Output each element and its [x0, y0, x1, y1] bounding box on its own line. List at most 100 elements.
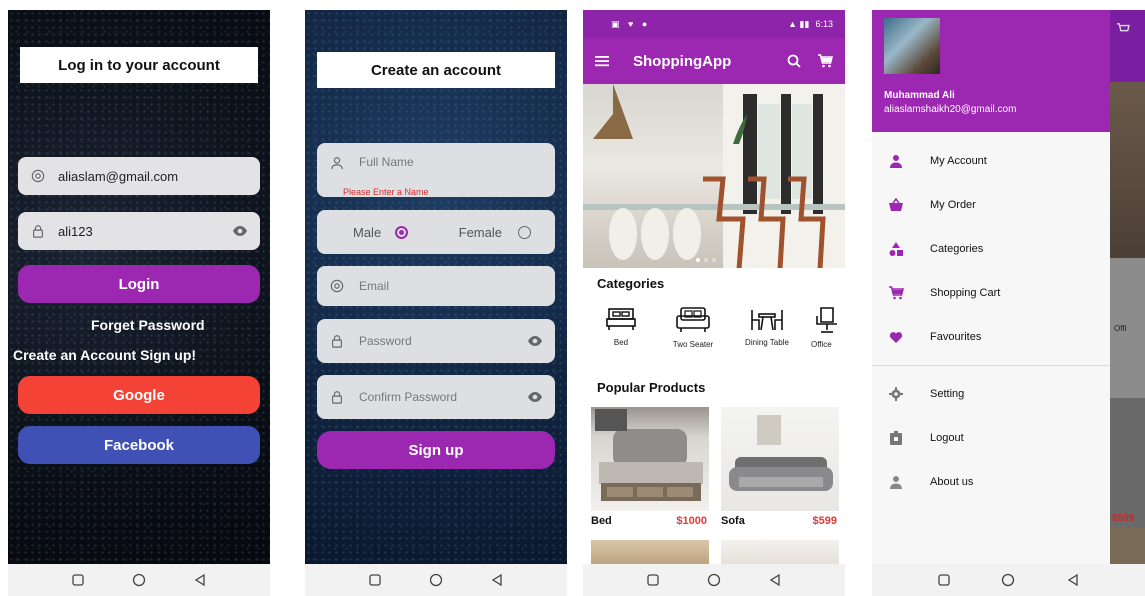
basket-icon [888, 197, 904, 213]
person-icon [888, 153, 904, 169]
email-value: aliaslam@gmail.com [58, 168, 179, 184]
recents-icon[interactable] [366, 571, 384, 589]
dining-table-icon [751, 310, 783, 331]
menu-item-categories[interactable]: Categories [872, 229, 1110, 269]
gender-selector: Male Female [317, 210, 555, 254]
behind-hero [1110, 82, 1145, 258]
google-button[interactable]: Google [18, 376, 260, 414]
menu-item-about-us[interactable]: About us [872, 462, 1110, 502]
person-icon [888, 474, 904, 490]
category-office[interactable]: Office [811, 306, 845, 349]
menu-item-logout[interactable]: Logout [872, 418, 1110, 458]
popular-products-title: Popular Products [597, 380, 706, 395]
avatar[interactable] [884, 18, 940, 74]
system-nav-bar [8, 564, 270, 596]
product-price: $599 [812, 515, 837, 527]
category-bed[interactable]: Bed [591, 306, 651, 347]
product-image [591, 407, 709, 511]
gear-icon [888, 386, 904, 402]
email-field[interactable]: Email [317, 266, 555, 306]
home-icon[interactable] [130, 571, 148, 589]
app-bar: ShoppingApp [583, 38, 845, 84]
system-nav-bar [305, 564, 567, 596]
home-icon[interactable] [999, 571, 1017, 589]
lock-icon [30, 223, 46, 239]
back-icon[interactable] [766, 571, 784, 589]
behind-appbar [1110, 10, 1145, 82]
category-two-seater[interactable]: Two Seater [663, 306, 723, 349]
behind-price: $599 [1112, 513, 1135, 524]
product-name: Bed [591, 515, 612, 527]
sofa-icon [676, 307, 710, 332]
product-card[interactable]: Sofa $599 [721, 407, 839, 527]
home-icon[interactable] [427, 571, 445, 589]
search-icon[interactable] [787, 54, 801, 68]
male-label: Male [353, 224, 382, 240]
menu-item-my-account[interactable]: My Account [872, 141, 1110, 181]
menu-item-my-order[interactable]: My Order [872, 185, 1110, 225]
product-name: Sofa [721, 515, 745, 527]
heart-icon [888, 329, 904, 345]
confirm-password-field[interactable]: Confirm Password [317, 375, 555, 419]
product-card[interactable]: Bed $1000 [591, 407, 709, 527]
status-bar: ▣ ♥ ● ▲ ▮▮ 6:13 [583, 10, 845, 38]
female-radio[interactable] [518, 225, 531, 239]
system-nav-bar [583, 564, 845, 596]
recents-icon[interactable] [644, 571, 662, 589]
categories-title: Categories [597, 276, 665, 291]
hero-banner-image[interactable] [583, 84, 845, 268]
drawer-screen: Offi $599 Muhammad Ali aliaslamshaikh20@… [872, 10, 1145, 596]
menu-item-shopping-cart[interactable]: Shopping Cart [872, 273, 1110, 313]
login-button[interactable]: Login [18, 265, 260, 303]
lock-icon [329, 389, 345, 405]
female-label: Female [458, 224, 502, 240]
confirm-placeholder: Confirm Password [359, 390, 458, 404]
category-dining-table[interactable]: Dining Table [737, 306, 797, 347]
back-icon[interactable] [488, 571, 506, 589]
password-field[interactable]: Password [317, 319, 555, 363]
user-email: aliaslamshaikh20@gmail.com [884, 104, 1017, 115]
menu-icon[interactable] [595, 55, 609, 67]
menu-item-favourites[interactable]: Favourites [872, 317, 1110, 357]
eye-icon[interactable] [232, 225, 248, 237]
create-account-link[interactable]: Create an Account Sign up! [13, 347, 196, 363]
recents-icon[interactable] [935, 571, 953, 589]
behind-category-label: Offi [1114, 324, 1127, 333]
home-icon[interactable] [705, 571, 723, 589]
signup-title: Create an account [317, 52, 555, 88]
categories-icon [888, 241, 904, 257]
password-field[interactable]: ali123 [18, 212, 260, 250]
cart-icon [888, 285, 904, 301]
fullname-placeholder: Full Name [359, 155, 414, 169]
email-placeholder: Email [359, 279, 390, 293]
status-time: 6:13 [815, 19, 833, 29]
male-radio[interactable] [395, 225, 409, 239]
recents-icon[interactable] [69, 571, 87, 589]
product-image [721, 407, 839, 511]
logout-icon [888, 430, 904, 446]
status-icons-left: ▣ ♥ ● [611, 18, 651, 29]
person-icon [329, 155, 345, 171]
bed-icon [606, 308, 636, 330]
product-price: $1000 [676, 515, 707, 527]
forget-password-link[interactable]: Forget Password [91, 317, 205, 333]
cart-icon[interactable] [817, 54, 833, 68]
email-field[interactable]: aliaslam@gmail.com [18, 157, 260, 195]
menu-item-setting[interactable]: Setting [872, 374, 1110, 414]
menu-divider [872, 365, 1110, 366]
signup-screen: Create an account Full Name Please Enter… [305, 10, 567, 596]
behind-categories: Offi [1110, 258, 1145, 398]
eye-icon[interactable] [527, 391, 543, 403]
fullname-error: Please Enter a Name [343, 187, 429, 197]
login-screen: Log in to your account aliaslam@gmail.co… [8, 10, 270, 596]
signup-button[interactable]: Sign up [317, 431, 555, 469]
facebook-button[interactable]: Facebook [18, 426, 260, 464]
back-icon[interactable] [1064, 571, 1082, 589]
navigation-drawer: Muhammad Ali aliaslamshaikh20@gmail.com … [872, 10, 1110, 596]
back-icon[interactable] [191, 571, 209, 589]
login-title: Log in to your account [20, 47, 258, 83]
app-title: ShoppingApp [633, 52, 732, 70]
eye-icon[interactable] [527, 335, 543, 347]
password-value: ali123 [58, 223, 93, 239]
at-icon [30, 168, 46, 184]
